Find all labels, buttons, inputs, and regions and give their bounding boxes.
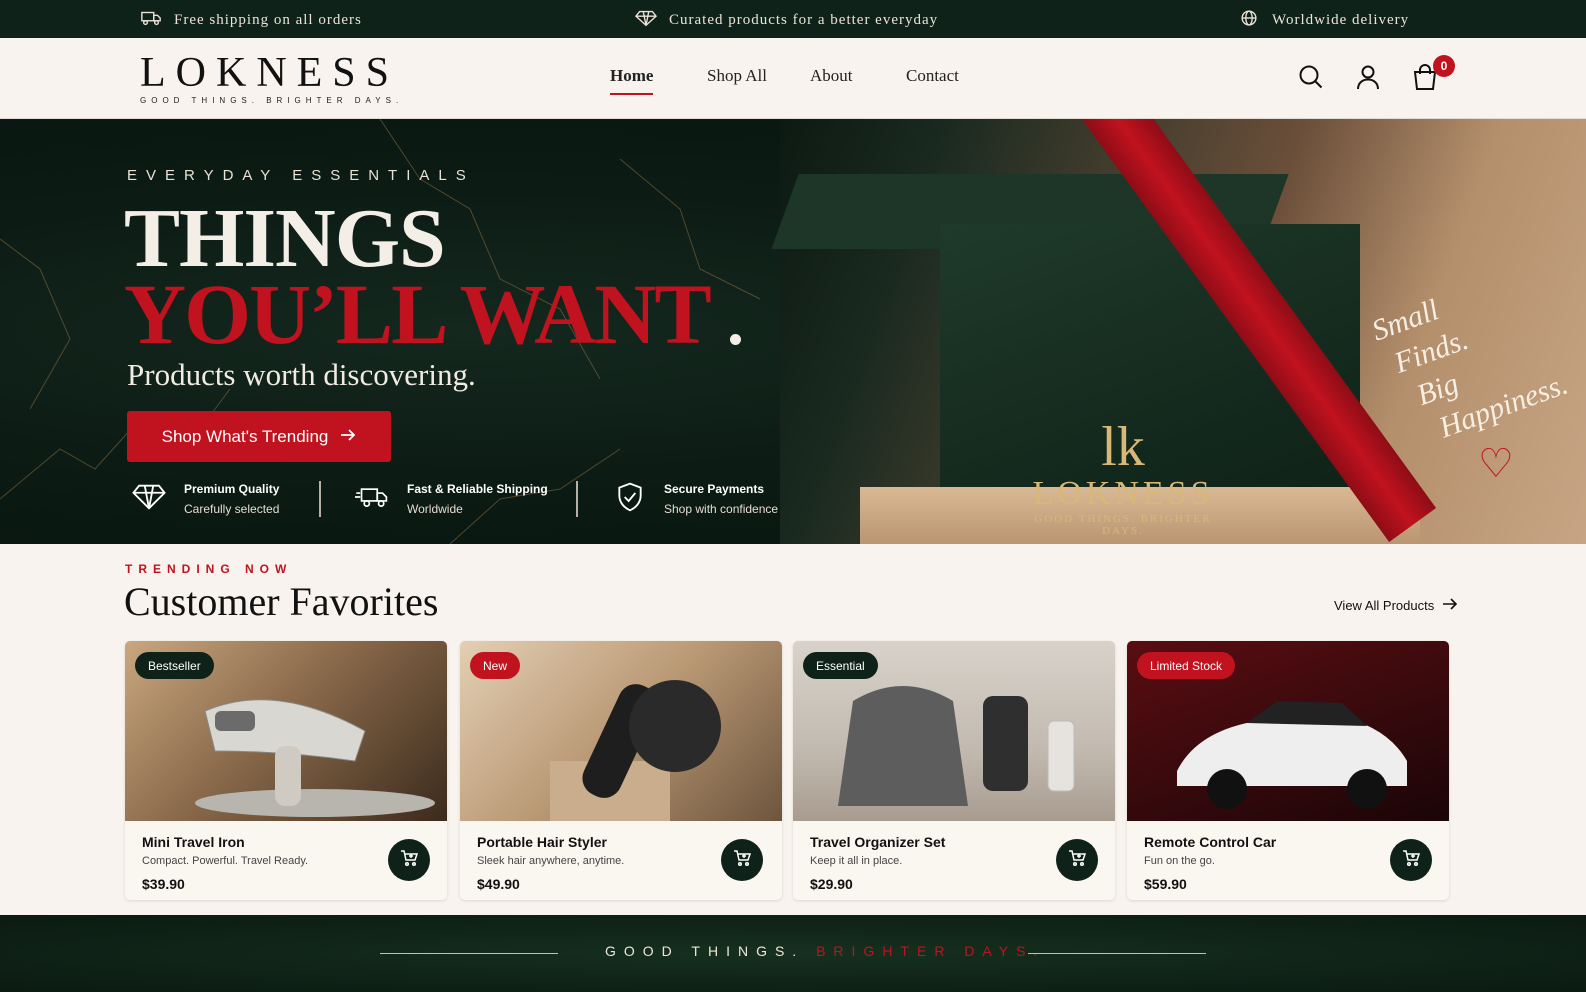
product-description: Keep it all in place.: [810, 855, 903, 867]
add-to-cart-icon: [1402, 849, 1421, 872]
add-to-cart-button[interactable]: [721, 839, 763, 881]
product-card[interactable]: Essential Travel Organizer Set Keep it a…: [793, 641, 1115, 900]
heart-icon: ♡: [1478, 442, 1514, 486]
logo-wordmark: LOKNESS: [140, 50, 400, 96]
product-description: Sleek hair anywhere, anytime.: [477, 855, 625, 867]
add-to-cart-button[interactable]: [1390, 839, 1432, 881]
cart-count-badge: 0: [1433, 55, 1455, 77]
badge-essential: Essential: [803, 652, 878, 679]
headline-dot: [730, 334, 741, 345]
cta-label: Shop What's Trending: [161, 426, 329, 446]
topbar-label: Free shipping on all orders: [174, 12, 362, 28]
add-to-cart-button[interactable]: [1056, 839, 1098, 881]
diamond-icon: [634, 9, 658, 32]
product-card[interactable]: New Portable Hair Styler Sleek hair anyw…: [460, 641, 782, 900]
feature-premium-quality: Premium Quality Carefully selected: [132, 479, 279, 519]
box-tagline: GOOD THINGS. BRIGHTER DAYS.: [1034, 513, 1212, 537]
hero-eyebrow: EVERYDAY ESSENTIALS: [127, 167, 475, 184]
user-icon[interactable]: [1354, 63, 1382, 96]
diamond-icon: [132, 482, 166, 517]
view-all-label: View All Products: [1334, 598, 1435, 613]
nav-home[interactable]: Home: [610, 66, 654, 95]
arrow-right-icon: [1442, 598, 1458, 613]
search-icon[interactable]: [1297, 63, 1325, 96]
feature-fast-shipping: Fast & Reliable Shipping Worldwide: [355, 479, 548, 519]
shop-trending-button[interactable]: Shop What's Trending: [127, 411, 391, 462]
hero-banner: lk LOKNESS GOOD THINGS. BRIGHTER DAYS. S…: [0, 119, 1586, 544]
add-to-cart-icon: [1068, 849, 1087, 872]
feature-divider: [576, 481, 578, 517]
product-price: $29.90: [810, 876, 853, 892]
nav-shop-all[interactable]: Shop All: [707, 66, 767, 86]
band-divider-left: [380, 953, 558, 954]
product-price: $49.90: [477, 876, 520, 892]
product-name[interactable]: Portable Hair Styler: [477, 834, 607, 850]
hero-headline-2: YOU’LL WANT: [124, 266, 712, 362]
shield-check-icon: [614, 481, 646, 518]
product-name[interactable]: Travel Organizer Set: [810, 834, 945, 850]
site-header: LOKNESS GOOD THINGS. BRIGHTER DAYS. Home…: [0, 38, 1586, 119]
topbar-item-curated: Curated products for a better everyday: [634, 9, 939, 32]
arrow-right-icon: [340, 427, 356, 447]
product-description: Compact. Powerful. Travel Ready.: [142, 855, 309, 867]
truck-icon: [140, 9, 162, 32]
nav-contact[interactable]: Contact: [906, 66, 959, 86]
globe-icon: [1238, 9, 1260, 32]
topbar-label: Worldwide delivery: [1272, 12, 1410, 28]
feature-secure-payments: Secure Payments Shop with confidence: [614, 479, 778, 519]
feature-subtitle: Worldwide: [407, 502, 463, 516]
nav-about[interactable]: About: [810, 66, 853, 86]
topbar-label: Curated products for a better everyday: [669, 12, 939, 28]
feature-divider: [319, 481, 321, 517]
product-card[interactable]: Bestseller Mini Travel Iron Compact. Pow…: [125, 641, 447, 900]
badge-bestseller: Bestseller: [135, 652, 214, 679]
trending-eyebrow: TRENDING NOW: [125, 562, 293, 576]
product-card[interactable]: Limited Stock Remote Control Car Fun on …: [1127, 641, 1449, 900]
add-to-cart-icon: [733, 849, 752, 872]
badge-limited-stock: Limited Stock: [1137, 652, 1236, 679]
gift-box-logo: lk LOKNESS GOOD THINGS. BRIGHTER DAYS.: [1028, 419, 1218, 537]
product-description: Fun on the go.: [1144, 855, 1215, 867]
product-price: $39.90: [142, 876, 185, 892]
feature-title: Premium Quality: [184, 482, 280, 496]
truck-icon: [355, 482, 389, 517]
feature-subtitle: Carefully selected: [184, 502, 280, 516]
band-divider-right: [1028, 953, 1206, 954]
site-logo[interactable]: LOKNESS GOOD THINGS. BRIGHTER DAYS.: [140, 52, 403, 105]
view-all-products-link[interactable]: View All Products: [1334, 598, 1458, 613]
add-to-cart-button[interactable]: [388, 839, 430, 881]
announcement-bar: Free shipping on all orders Curated prod…: [0, 0, 1586, 38]
band-tagline: GOOD THINGS. BRIGHTER DAYS.: [605, 943, 1046, 959]
tagline-band: GOOD THINGS. BRIGHTER DAYS.: [0, 915, 1586, 992]
box-monogram: lk: [1101, 416, 1145, 478]
topbar-item-shipping: Free shipping on all orders: [140, 9, 362, 32]
feature-title: Secure Payments: [664, 482, 765, 496]
badge-new: New: [470, 652, 521, 679]
add-to-cart-icon: [400, 849, 419, 872]
feature-subtitle: Shop with confidence: [664, 502, 779, 516]
section-title: Customer Favorites: [124, 579, 439, 624]
product-price: $59.90: [1144, 876, 1187, 892]
product-name[interactable]: Remote Control Car: [1144, 834, 1276, 850]
hero-subhead: Products worth discovering.: [127, 357, 476, 392]
box-brand: LOKNESS: [1032, 475, 1214, 512]
logo-tagline: GOOD THINGS. BRIGHTER DAYS.: [140, 96, 404, 105]
feature-title: Fast & Reliable Shipping: [407, 482, 548, 496]
topbar-item-delivery: Worldwide delivery: [1238, 9, 1409, 32]
product-name[interactable]: Mini Travel Iron: [142, 834, 245, 850]
